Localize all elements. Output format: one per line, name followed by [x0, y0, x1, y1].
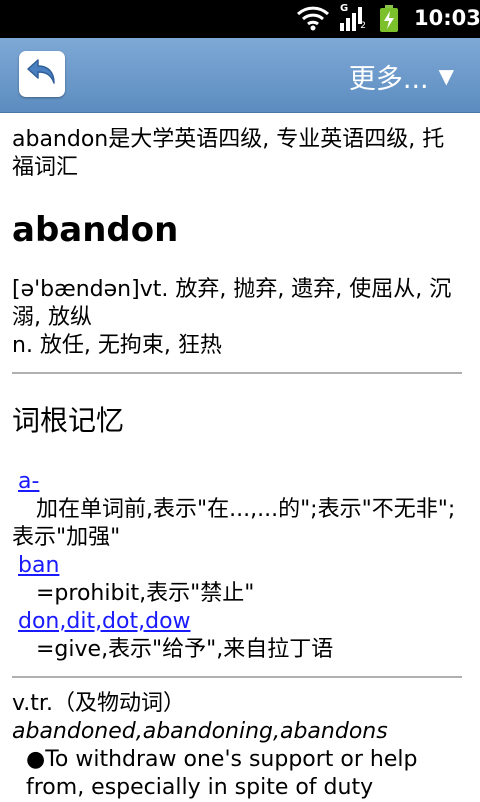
divider [12, 372, 462, 374]
back-arrow-icon [25, 57, 59, 91]
word-level-intro: abandon是大学英语四级, 专业英语四级, 托福词汇 [12, 127, 445, 180]
root-description: =prohibit,表示"禁止" [36, 581, 255, 606]
more-menu-button[interactable]: 更多... ▼ [349, 56, 454, 96]
wifi-icon [296, 5, 330, 35]
battery-charging-icon [378, 5, 400, 37]
root-link-ban[interactable]: ban [18, 552, 59, 580]
definition-text: To withdraw one's support or help from, … [26, 747, 418, 800]
root-description: =give,表示"给予",来自拉丁语 [36, 637, 334, 662]
headword: abandon [12, 210, 179, 250]
signal-icon: G 2 [336, 3, 366, 33]
root-link-don[interactable]: don,dit,dot,dow [18, 608, 191, 636]
title-bar: 更多... ▼ [0, 38, 480, 113]
word-forms: abandoned,abandoning,abandons [12, 719, 388, 744]
pos-label: v.tr.（及物动词） [12, 691, 185, 716]
more-label: 更多... [348, 63, 429, 95]
pronunciation-definition: [ə'bændən]vt. 放弃, 抛弃, 遗弃, 使屈从, 沉溺, 放纵 [12, 277, 452, 330]
back-button[interactable] [19, 51, 65, 97]
divider [12, 676, 462, 678]
root-list: a- 加在单词前,表示"在...,...的";表示"不无非";表示"加强" ba… [12, 468, 462, 664]
clock: 10:03 [414, 6, 480, 30]
root-item: don,dit,dot,dow =give,表示"给予",来自拉丁语 [12, 608, 462, 664]
status-bar: G 2 10:03 [0, 0, 480, 38]
bullet-icon: ● [26, 747, 46, 772]
noun-definition: n. 放任, 无拘束, 狂热 [12, 333, 222, 358]
root-description: 加在单词前,表示"在...,...的";表示"不无非";表示"加强" [12, 497, 456, 550]
root-item: a- 加在单词前,表示"在...,...的";表示"不无非";表示"加强" [12, 468, 462, 552]
dropdown-arrow-icon: ▼ [438, 64, 454, 88]
root-memory-title: 词根记忆 [12, 404, 125, 437]
sim-slot-label: 2 [360, 21, 366, 31]
definition-item: ●To withdraw one's support or help from,… [26, 746, 462, 802]
root-item: ban =prohibit,表示"禁止" [12, 552, 462, 608]
root-link-a[interactable]: a- [18, 468, 39, 496]
dictionary-entry: abandon是大学英语四级, 专业英语四级, 托福词汇 abandon [ə'… [12, 112, 462, 802]
